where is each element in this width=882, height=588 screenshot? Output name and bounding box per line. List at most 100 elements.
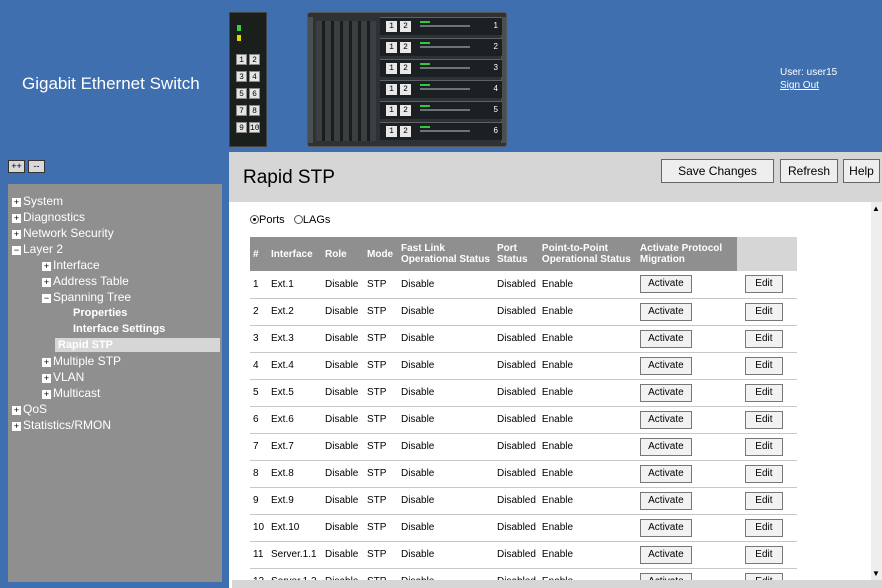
activate-button[interactable]: Activate [639,302,692,321]
expand-icon[interactable]: + [42,358,51,367]
row-port-status: Disabled [494,541,539,569]
expand-icon[interactable]: + [42,390,51,399]
nav-item-interface[interactable]: + Interface [42,258,100,272]
user-info: User: user15 Sign Out [780,66,837,92]
nav-item-layer-2[interactable]: − Layer 2 [12,242,63,256]
activate-button[interactable]: Activate [639,518,692,537]
edit-button[interactable]: Edit [744,275,783,294]
user-label: User: user15 [780,67,838,78]
nav-item-system[interactable]: + System [12,194,63,208]
expand-icon[interactable]: + [12,198,21,207]
refresh-button[interactable]: Refresh [780,159,838,183]
scroll-up-icon[interactable]: ▲ [872,204,880,213]
expand-icon[interactable]: + [42,374,51,383]
activate-button[interactable]: Activate [639,383,692,402]
expand-icon[interactable]: + [12,406,21,415]
row-interface: Ext.3 [268,325,322,353]
nav-item-properties[interactable]: Properties [73,306,127,320]
edit-button[interactable]: Edit [744,545,783,564]
row-fast-link: Disable [398,460,494,488]
edit-button[interactable]: Edit [744,356,783,375]
activate-button[interactable]: Activate [639,356,692,375]
activate-button[interactable]: Activate [639,275,692,294]
edit-button[interactable]: Edit [744,437,783,456]
expand-all-button[interactable]: ++ [8,160,25,173]
nav-item-interface-settings[interactable]: Interface Settings [73,322,165,336]
row-fast-link: Disable [398,487,494,515]
collapse-all-button[interactable]: -- [28,160,45,173]
row-port-status: Disabled [494,487,539,515]
sign-out-link[interactable]: Sign Out [780,79,837,92]
nav-item-multicast[interactable]: + Multicast [42,386,100,400]
vertical-scrollbar[interactable]: ▲ ▼ [871,202,882,580]
row-port-status: Disabled [494,352,539,380]
nav-item-network-security[interactable]: + Network Security [12,226,114,240]
help-button[interactable]: Help [843,159,880,183]
expand-icon[interactable]: + [12,422,21,431]
nav-item-vlan[interactable]: + VLAN [42,370,84,384]
nav-item-address-table[interactable]: + Address Table [42,274,129,288]
bottom-bar [232,580,882,588]
row-role: Disable [322,352,364,380]
table-row: 11 Server.1.1 Disable STP Disable Disabled Ena… [250,541,797,569]
activate-button[interactable]: Activate [639,437,692,456]
row-number: 6 [250,406,268,434]
nav-item-multiple-stp[interactable]: + Multiple STP [42,354,121,368]
activate-button[interactable]: Activate [639,464,692,483]
edit-button[interactable]: Edit [744,302,783,321]
bay-activity-led [420,105,430,107]
row-port-status: Disabled [494,568,539,580]
col-role-header: Role [322,237,364,271]
edit-button[interactable]: Edit [744,410,783,429]
activate-button[interactable]: Activate [639,545,692,564]
edit-button[interactable]: Edit [744,572,783,580]
nav-item-statistics-rmon[interactable]: + Statistics/RMON [12,418,111,432]
nav-item-rapid-stp[interactable]: Rapid STP [55,338,220,352]
edit-button[interactable]: Edit [744,518,783,537]
bay-number-label: 6 [493,126,498,135]
activate-cell: Activate [636,568,737,580]
row-role: Disable [322,379,364,407]
ports-radio[interactable] [250,215,259,224]
expand-icon[interactable]: + [12,230,21,239]
save-changes-button[interactable]: Save Changes [661,159,774,183]
expand-icon[interactable]: + [12,214,21,223]
expand-icon[interactable]: + [42,278,51,287]
activate-button[interactable]: Activate [639,329,692,348]
nav-item-label: Rapid STP [58,339,114,351]
row-p2p: Enable [538,433,637,461]
port-number-label: 8 [249,105,260,116]
activate-button[interactable]: Activate [639,410,692,429]
row-mode: STP [364,325,398,353]
edit-button[interactable]: Edit [744,329,783,348]
row-interface: Ext.8 [268,460,322,488]
collapse-icon[interactable]: − [12,246,21,255]
edit-button[interactable]: Edit [744,464,783,483]
collapse-icon[interactable]: − [42,294,51,303]
blade-bay: 12 3 [380,59,502,77]
scroll-down-icon[interactable]: ▼ [872,569,880,578]
nav-item-spanning-tree[interactable]: − Spanning Tree [42,290,131,304]
edit-button[interactable]: Edit [744,383,783,402]
bay-activity-led [420,21,430,23]
activate-button[interactable]: Activate [639,491,692,510]
expand-icon[interactable]: + [42,262,51,271]
row-mode: STP [364,406,398,434]
page-title: Rapid STP [243,167,335,188]
activate-button[interactable]: Activate [639,572,692,580]
col-mode-header: Mode [364,237,398,271]
bay-number-label: 5 [493,105,498,114]
nav-item-qos[interactable]: + QoS [12,402,47,416]
nav-item-diagnostics[interactable]: + Diagnostics [12,210,85,224]
bay-handle [420,46,470,48]
port-number-label: 1 [236,54,247,65]
blade-bay: 122 [380,38,502,56]
row-number: 11 [250,541,268,569]
edit-cell: Edit [736,541,797,569]
lags-radio[interactable] [293,215,303,224]
row-interface: Server.1.1 [268,541,322,569]
edit-button[interactable]: Edit [744,491,783,510]
row-number: 7 [250,433,268,461]
activate-cell: Activate [636,325,737,353]
row-number: 10 [250,514,268,542]
